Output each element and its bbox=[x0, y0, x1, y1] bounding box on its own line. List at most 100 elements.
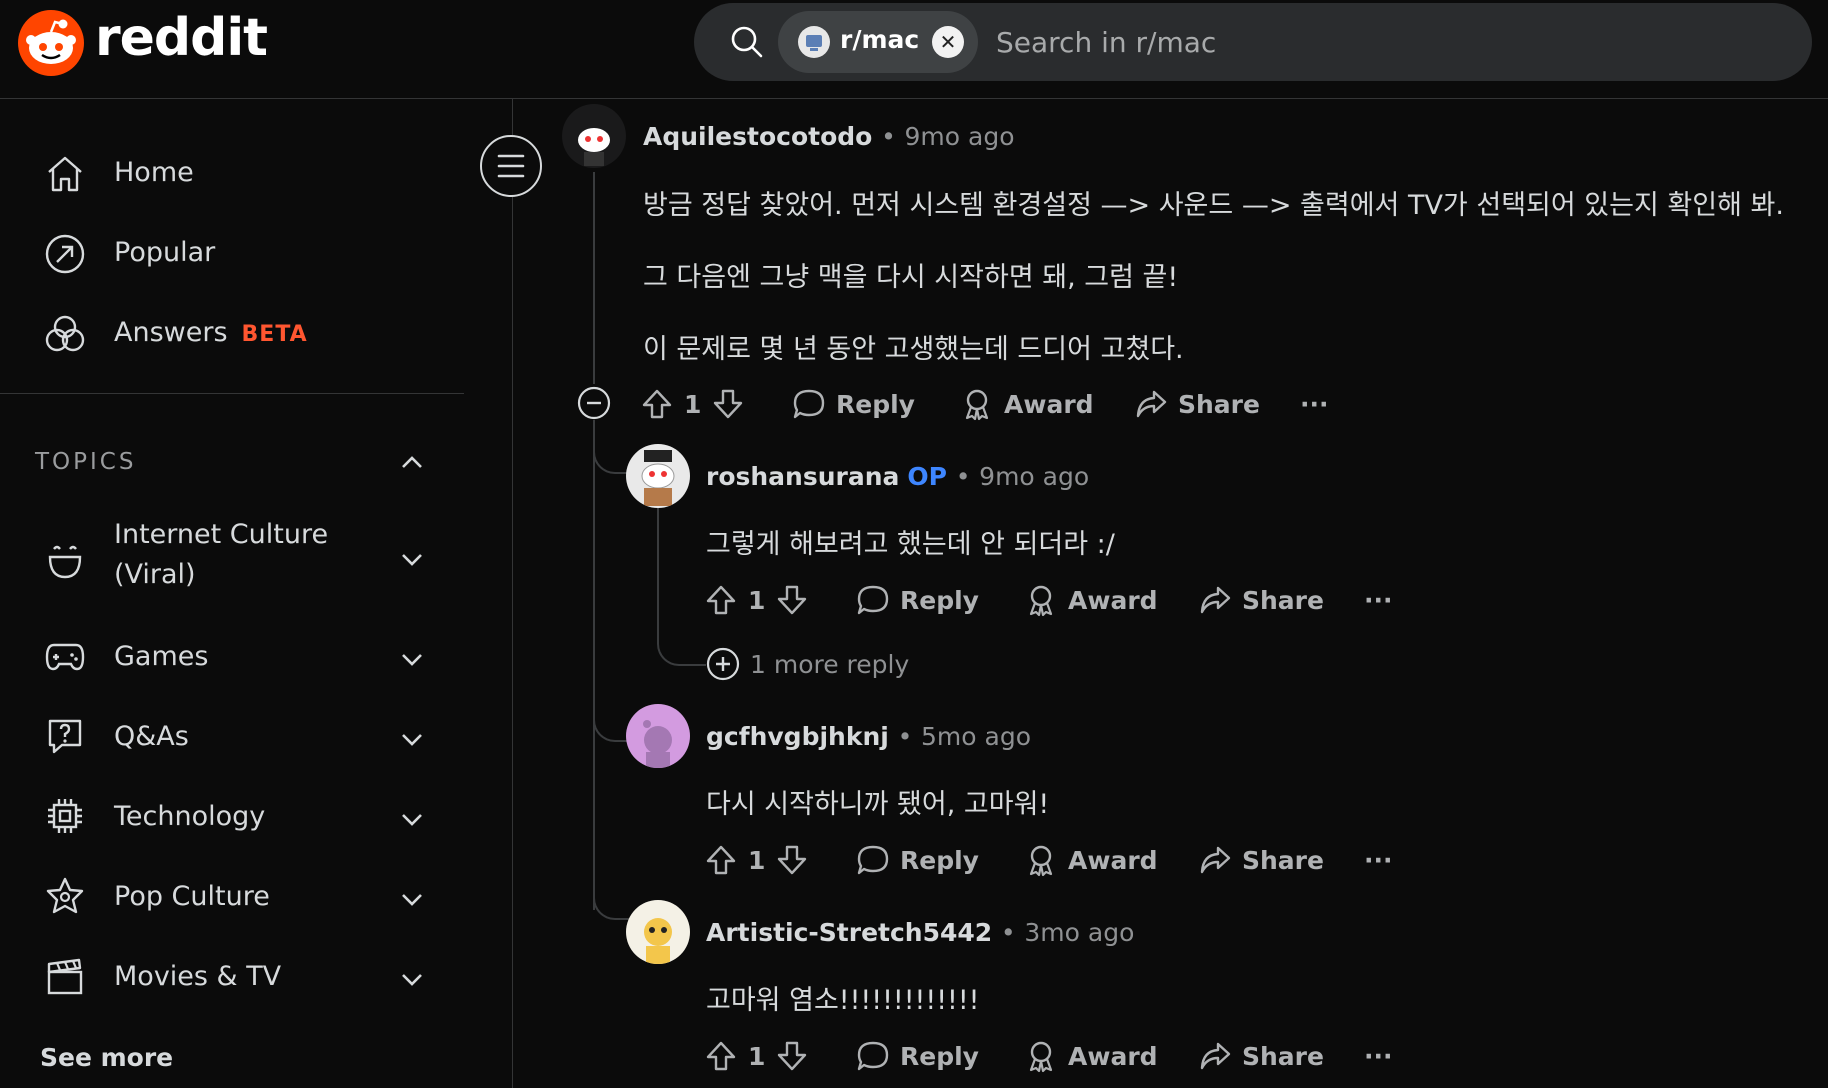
nav-answers-text: Answers BETA bbox=[114, 317, 308, 348]
thread-connector bbox=[593, 870, 631, 920]
share-label: Share bbox=[1242, 1041, 1324, 1071]
more-options-button[interactable]: ··· bbox=[1364, 1034, 1393, 1078]
vote-group: 1 bbox=[704, 838, 809, 882]
op-badge: OP bbox=[907, 462, 947, 491]
share-icon bbox=[1200, 846, 1231, 874]
reply-button[interactable]: Reply bbox=[856, 578, 979, 622]
close-icon[interactable]: ✕ bbox=[932, 26, 964, 58]
nav-popular[interactable]: Popular bbox=[0, 219, 470, 289]
username[interactable]: gcfhvgbjhknj bbox=[706, 722, 889, 751]
award-label: Award bbox=[1068, 845, 1158, 875]
see-more-link[interactable]: See more bbox=[40, 1043, 173, 1072]
share-button[interactable]: Share bbox=[1198, 838, 1324, 882]
upvote-icon[interactable] bbox=[704, 583, 738, 617]
collapse-thread-icon[interactable] bbox=[577, 386, 611, 420]
chevron-down-icon[interactable] bbox=[400, 547, 424, 571]
timestamp[interactable]: 9mo ago bbox=[905, 122, 1015, 151]
collapse-sidebar-button[interactable] bbox=[480, 135, 542, 197]
more-options-button[interactable]: ··· bbox=[1364, 838, 1393, 882]
reddit-logo-icon[interactable] bbox=[18, 10, 84, 76]
username[interactable]: roshansurana bbox=[706, 462, 899, 491]
downvote-icon[interactable] bbox=[775, 843, 809, 877]
left-sidebar: Home Popular Answers BETA TOPICS Internet… bbox=[0, 99, 513, 1088]
upvote-icon[interactable] bbox=[640, 387, 674, 421]
award-button[interactable]: Award bbox=[960, 382, 1094, 426]
reddit-wordmark[interactable]: reddit bbox=[95, 8, 268, 68]
chevron-down-icon[interactable] bbox=[400, 967, 424, 991]
comment-text: 고마워 염소!!!!!!!!!!!!! bbox=[706, 985, 980, 1016]
award-button[interactable]: Award bbox=[1024, 838, 1158, 882]
chevron-down-icon[interactable] bbox=[400, 727, 424, 751]
comment-text: 방금 정답 찾았어. 먼저 시스템 환경설정 —> 사운드 —> 출력에서 TV… bbox=[643, 190, 1784, 221]
topic-qas-label: Q&As bbox=[114, 721, 189, 752]
separator-dot: • bbox=[955, 462, 971, 491]
reply-button[interactable]: Reply bbox=[792, 382, 915, 426]
reply-label: Reply bbox=[900, 1041, 979, 1071]
more-options-button[interactable]: ··· bbox=[1364, 578, 1393, 622]
vote-count: 1 bbox=[684, 389, 702, 419]
vote-group: 1 bbox=[704, 578, 809, 622]
search-input[interactable] bbox=[994, 21, 1778, 63]
home-icon bbox=[48, 156, 82, 192]
avatar[interactable] bbox=[626, 444, 690, 508]
reply-button[interactable]: Reply bbox=[856, 838, 979, 882]
award-button[interactable]: Award bbox=[1024, 1034, 1158, 1078]
timestamp[interactable]: 9mo ago bbox=[979, 462, 1089, 491]
avatar[interactable] bbox=[626, 704, 690, 768]
clapperboard-icon bbox=[47, 958, 83, 995]
downvote-icon[interactable] bbox=[775, 1039, 809, 1073]
chip-icon bbox=[48, 799, 82, 833]
nav-home[interactable]: Home bbox=[0, 139, 470, 209]
avatar[interactable] bbox=[626, 900, 690, 964]
award-button[interactable]: Award bbox=[1024, 578, 1158, 622]
more-replies-button[interactable]: 1 more reply bbox=[706, 642, 909, 686]
avatar[interactable] bbox=[562, 104, 626, 168]
search-bar[interactable]: r/mac ✕ bbox=[694, 3, 1812, 81]
reply-label: Reply bbox=[900, 845, 979, 875]
nav-answers[interactable]: Answers BETA bbox=[0, 299, 470, 369]
reply-label: Reply bbox=[836, 389, 915, 419]
username[interactable]: Artistic-Stretch5442 bbox=[706, 918, 992, 947]
popular-icon bbox=[45, 234, 85, 274]
upvote-icon[interactable] bbox=[704, 843, 738, 877]
comment-bubble-icon bbox=[857, 1041, 889, 1071]
chevron-down-icon[interactable] bbox=[400, 887, 424, 911]
smile-icon bbox=[48, 545, 82, 579]
thread-line[interactable] bbox=[593, 172, 595, 384]
share-label: Share bbox=[1242, 585, 1324, 615]
award-icon bbox=[1029, 585, 1053, 617]
username[interactable]: Aquilestocotodo bbox=[643, 122, 872, 151]
downvote-icon[interactable] bbox=[775, 583, 809, 617]
topic-pop-culture-label: Pop Culture bbox=[114, 881, 270, 912]
share-button[interactable]: Share bbox=[1134, 382, 1260, 426]
gamepad-icon bbox=[45, 643, 85, 671]
chevron-down-icon[interactable] bbox=[400, 807, 424, 831]
comment-author[interactable]: roshansurana OP • 9mo ago bbox=[706, 462, 1089, 491]
topics-heading[interactable]: TOPICS bbox=[35, 449, 136, 475]
timestamp[interactable]: 5mo ago bbox=[921, 722, 1031, 751]
share-button[interactable]: Share bbox=[1198, 578, 1324, 622]
menu-icon bbox=[497, 154, 525, 178]
nav-home-label: Home bbox=[114, 157, 194, 188]
share-button[interactable]: Share bbox=[1198, 1034, 1324, 1078]
more-options-button[interactable]: ··· bbox=[1300, 382, 1329, 426]
chevron-down-icon[interactable] bbox=[400, 647, 424, 671]
comment-bubble-icon bbox=[857, 845, 889, 875]
upvote-icon[interactable] bbox=[704, 1039, 738, 1073]
reply-button[interactable]: Reply bbox=[856, 1034, 979, 1078]
thread-connector bbox=[657, 600, 707, 666]
topic-internet-culture-label: Internet Culture bbox=[114, 519, 329, 550]
thread-line[interactable] bbox=[593, 420, 595, 910]
topic-movies-tv-label: Movies & TV bbox=[114, 961, 282, 992]
answers-icon bbox=[45, 315, 85, 352]
separator-dot: • bbox=[897, 722, 913, 751]
chevron-up-icon[interactable] bbox=[400, 451, 424, 475]
comment-author[interactable]: gcfhvgbjhknj • 5mo ago bbox=[706, 722, 1031, 751]
topic-games-label: Games bbox=[114, 641, 209, 672]
subreddit-chip[interactable]: r/mac ✕ bbox=[778, 11, 978, 73]
comment-author[interactable]: Aquilestocotodo • 9mo ago bbox=[643, 122, 1015, 151]
timestamp[interactable]: 3mo ago bbox=[1024, 918, 1134, 947]
downvote-icon[interactable] bbox=[711, 387, 745, 421]
award-icon bbox=[965, 389, 989, 421]
comment-author[interactable]: Artistic-Stretch5442 • 3mo ago bbox=[706, 918, 1134, 947]
